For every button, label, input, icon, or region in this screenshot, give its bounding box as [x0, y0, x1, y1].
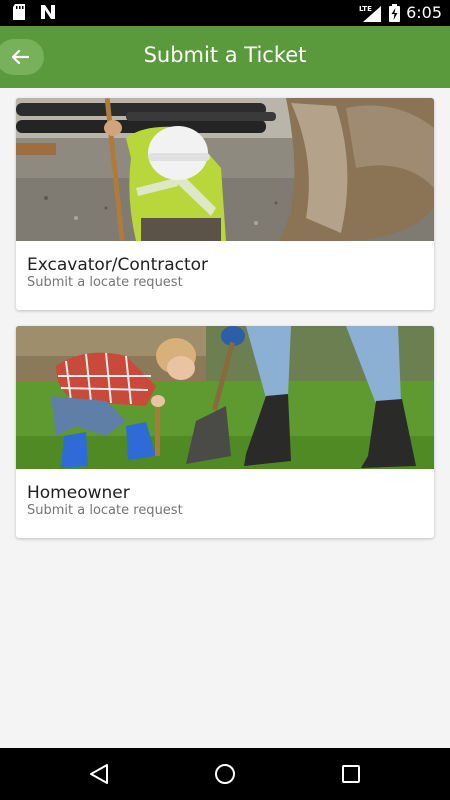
status-left [12, 4, 56, 20]
status-bar: LTE 6:05 [0, 0, 450, 26]
nav-home-button[interactable] [211, 760, 239, 788]
system-nav-bar [0, 748, 450, 800]
nav-recents-button[interactable] [337, 760, 365, 788]
card-title: Homeowner [27, 483, 130, 503]
app-bar: Submit a Ticket [0, 26, 450, 88]
sd-card-icon [13, 4, 25, 20]
page-title: Submit a Ticket [143, 43, 307, 67]
card-title: Excavator/Contractor [27, 255, 209, 275]
battery-icon [389, 3, 401, 22]
status-right: LTE 6:05 [359, 3, 442, 22]
card-subtitle: Submit a locate request [27, 275, 183, 290]
construction-worker-photo [16, 98, 434, 241]
child-digging-photo [16, 326, 434, 469]
n-notification-icon [41, 5, 55, 19]
card-homeowner[interactable]: Homeowner Submit a locate request [16, 326, 434, 538]
card-excavator-contractor[interactable]: Excavator/Contractor Submit a locate req… [16, 98, 434, 310]
lte-signal-icon: LTE [359, 5, 382, 22]
svg-text:LTE: LTE [359, 5, 372, 13]
nav-back-button[interactable] [85, 760, 113, 788]
recents-square-icon [342, 765, 360, 783]
card-subtitle: Submit a locate request [27, 503, 183, 518]
status-time: 6:05 [406, 3, 442, 22]
home-circle-icon [215, 764, 235, 784]
back-triangle-icon [90, 764, 108, 784]
